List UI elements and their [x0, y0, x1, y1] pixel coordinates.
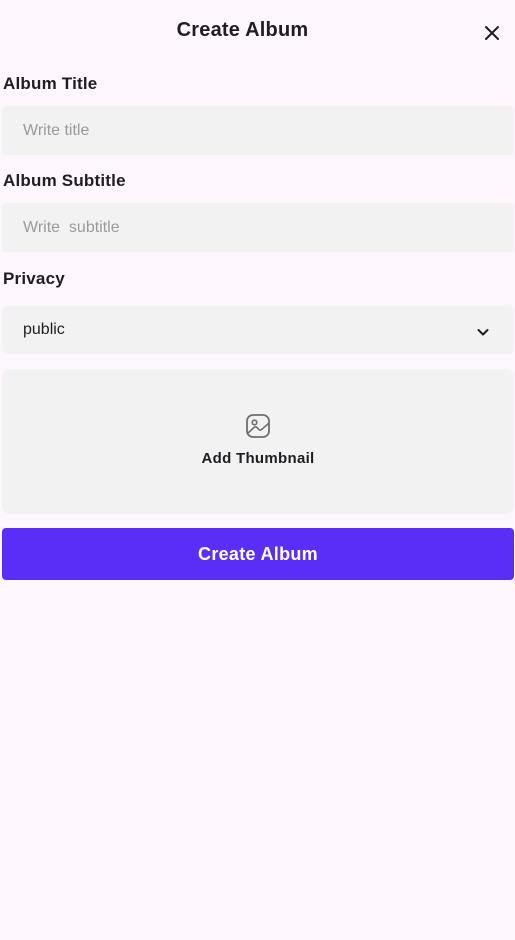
close-icon: [485, 26, 499, 40]
privacy-selected-value: public: [23, 321, 65, 338]
privacy-select[interactable]: public: [2, 306, 514, 354]
album-title-field[interactable]: [2, 106, 514, 155]
create-album-button[interactable]: Create Album: [2, 528, 514, 580]
album-subtitle-field[interactable]: [2, 203, 514, 252]
add-thumbnail-area[interactable]: Add Thumbnail: [2, 369, 514, 514]
page-title: Create Album: [176, 19, 309, 41]
privacy-label: Privacy: [3, 269, 65, 288]
album-subtitle-label: Album Subtitle: [3, 171, 126, 190]
album-title-input[interactable]: [2, 106, 514, 155]
album-title-label: Album Title: [3, 74, 98, 93]
header: Create Album: [0, 0, 515, 64]
image-icon: [246, 414, 270, 438]
close-button[interactable]: [478, 19, 506, 47]
create-album-screen: Create Album Album Title Album Subtitle …: [0, 0, 515, 940]
chevron-down-icon: [477, 329, 489, 336]
album-subtitle-input[interactable]: [2, 203, 514, 252]
add-thumbnail-label: Add Thumbnail: [201, 450, 315, 467]
